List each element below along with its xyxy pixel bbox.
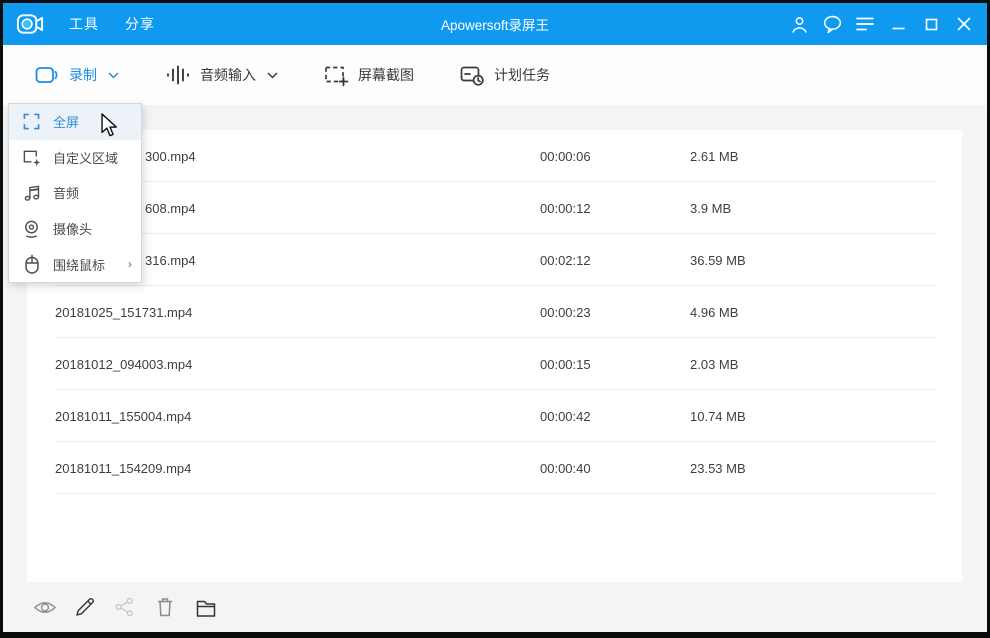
file-duration: 00:00:42: [540, 409, 690, 424]
app-logo-icon: [16, 12, 45, 36]
feedback-bubble-icon[interactable]: [820, 11, 844, 37]
minimize-icon[interactable]: [886, 11, 910, 37]
menu-item-label: 围绕鼠标: [53, 255, 105, 274]
record-dropdown-menu: 全屏 自定义区域 音频: [8, 103, 142, 283]
title-bar: 工具 分享 Apowersoft录屏王: [3, 3, 987, 45]
main-toolbar: 录制 音频输入: [3, 45, 987, 105]
window-title: Apowersoft录屏王: [441, 14, 549, 34]
open-folder-icon[interactable]: [193, 595, 217, 619]
audio-levels-icon: [165, 65, 191, 85]
file-row[interactable]: 20181012_094003.mp4 00:00:15 2.03 MB: [27, 338, 962, 390]
file-name: 20181011_155004.mp4: [27, 409, 540, 424]
menubar: 工具 分享: [69, 14, 155, 34]
audio-input-button[interactable]: 音频输入: [165, 65, 278, 85]
titlebar-controls: [787, 11, 976, 37]
file-duration: 00:02:12: [540, 253, 690, 268]
screenshot-region-icon: [324, 64, 349, 87]
app-window: 工具 分享 Apowersoft录屏王: [0, 0, 990, 638]
video-camera-icon: [35, 65, 60, 85]
file-size: 2.03 MB: [690, 357, 962, 372]
webcam-icon: [22, 219, 41, 238]
menu-item-label: 音频: [53, 183, 79, 202]
menu-item-label: 摄像头: [53, 219, 92, 238]
delete-trash-icon[interactable]: [153, 595, 177, 619]
hamburger-menu-icon[interactable]: [853, 11, 877, 37]
chevron-down-icon: [267, 72, 278, 79]
menu-share[interactable]: 分享: [125, 14, 155, 34]
close-icon[interactable]: [952, 11, 976, 37]
scheduled-task-icon: [460, 64, 485, 87]
file-duration: 00:00:12: [540, 201, 690, 216]
action-bar: [3, 582, 987, 632]
file-row[interactable]: 20181025_151731.mp4 00:00:23 4.96 MB: [27, 286, 962, 338]
music-note-icon: [22, 183, 41, 202]
edit-pencil-icon[interactable]: [73, 595, 97, 619]
menu-item-custom-region[interactable]: 自定义区域: [9, 140, 141, 176]
record-label: 录制: [69, 65, 97, 85]
menu-item-around-mouse[interactable]: 围绕鼠标 ›: [9, 246, 141, 282]
file-size: 10.74 MB: [690, 409, 962, 424]
file-name: 20181012_094003.mp4: [27, 357, 540, 372]
file-duration: 00:00:06: [540, 149, 690, 164]
file-row[interactable]: 20181011_154209.mp4 00:00:40 23.53 MB: [27, 442, 962, 494]
file-duration: 00:00:15: [540, 357, 690, 372]
menu-item-webcam[interactable]: 摄像头: [9, 211, 141, 247]
file-row[interactable]: 316.mp4 00:02:12 36.59 MB: [27, 234, 962, 286]
record-button[interactable]: 录制: [35, 65, 119, 85]
schedule-button[interactable]: 计划任务: [460, 64, 550, 87]
preview-eye-icon[interactable]: [33, 595, 57, 619]
file-size: 23.53 MB: [690, 461, 962, 476]
mouse-icon: [22, 254, 41, 274]
maximize-icon[interactable]: [919, 11, 943, 37]
schedule-label: 计划任务: [494, 65, 550, 85]
chevron-down-icon: [108, 72, 119, 79]
menu-item-label: 自定义区域: [53, 148, 118, 167]
file-duration: 00:00:40: [540, 461, 690, 476]
file-size: 2.61 MB: [690, 149, 962, 164]
file-size: 3.9 MB: [690, 201, 962, 216]
mouse-cursor: [101, 113, 118, 137]
menu-item-fullscreen[interactable]: 全屏: [9, 104, 141, 140]
audio-input-label: 音频输入: [200, 65, 256, 85]
file-name: 20181011_154209.mp4: [27, 461, 540, 476]
recording-list: 300.mp4 00:00:06 2.61 MB 608.mp4 00:00:1…: [27, 130, 962, 582]
share-icon[interactable]: [113, 595, 137, 619]
submenu-arrow-icon: ›: [128, 257, 132, 271]
file-row[interactable]: 300.mp4 00:00:06 2.61 MB: [27, 130, 962, 182]
file-row[interactable]: 20181011_155004.mp4 00:00:42 10.74 MB: [27, 390, 962, 442]
menu-tools[interactable]: 工具: [69, 14, 99, 34]
menu-item-audio[interactable]: 音频: [9, 175, 141, 211]
screenshot-label: 屏幕截图: [358, 65, 414, 85]
custom-region-icon: [22, 148, 41, 167]
user-icon[interactable]: [787, 11, 811, 37]
file-size: 36.59 MB: [690, 253, 962, 268]
file-duration: 00:00:23: [540, 305, 690, 320]
menu-item-label: 全屏: [53, 112, 79, 131]
file-row[interactable]: 608.mp4 00:00:12 3.9 MB: [27, 182, 962, 234]
fullscreen-icon: [22, 113, 41, 130]
screenshot-button[interactable]: 屏幕截图: [324, 64, 414, 87]
file-name: 20181025_151731.mp4: [27, 305, 540, 320]
file-size: 4.96 MB: [690, 305, 962, 320]
